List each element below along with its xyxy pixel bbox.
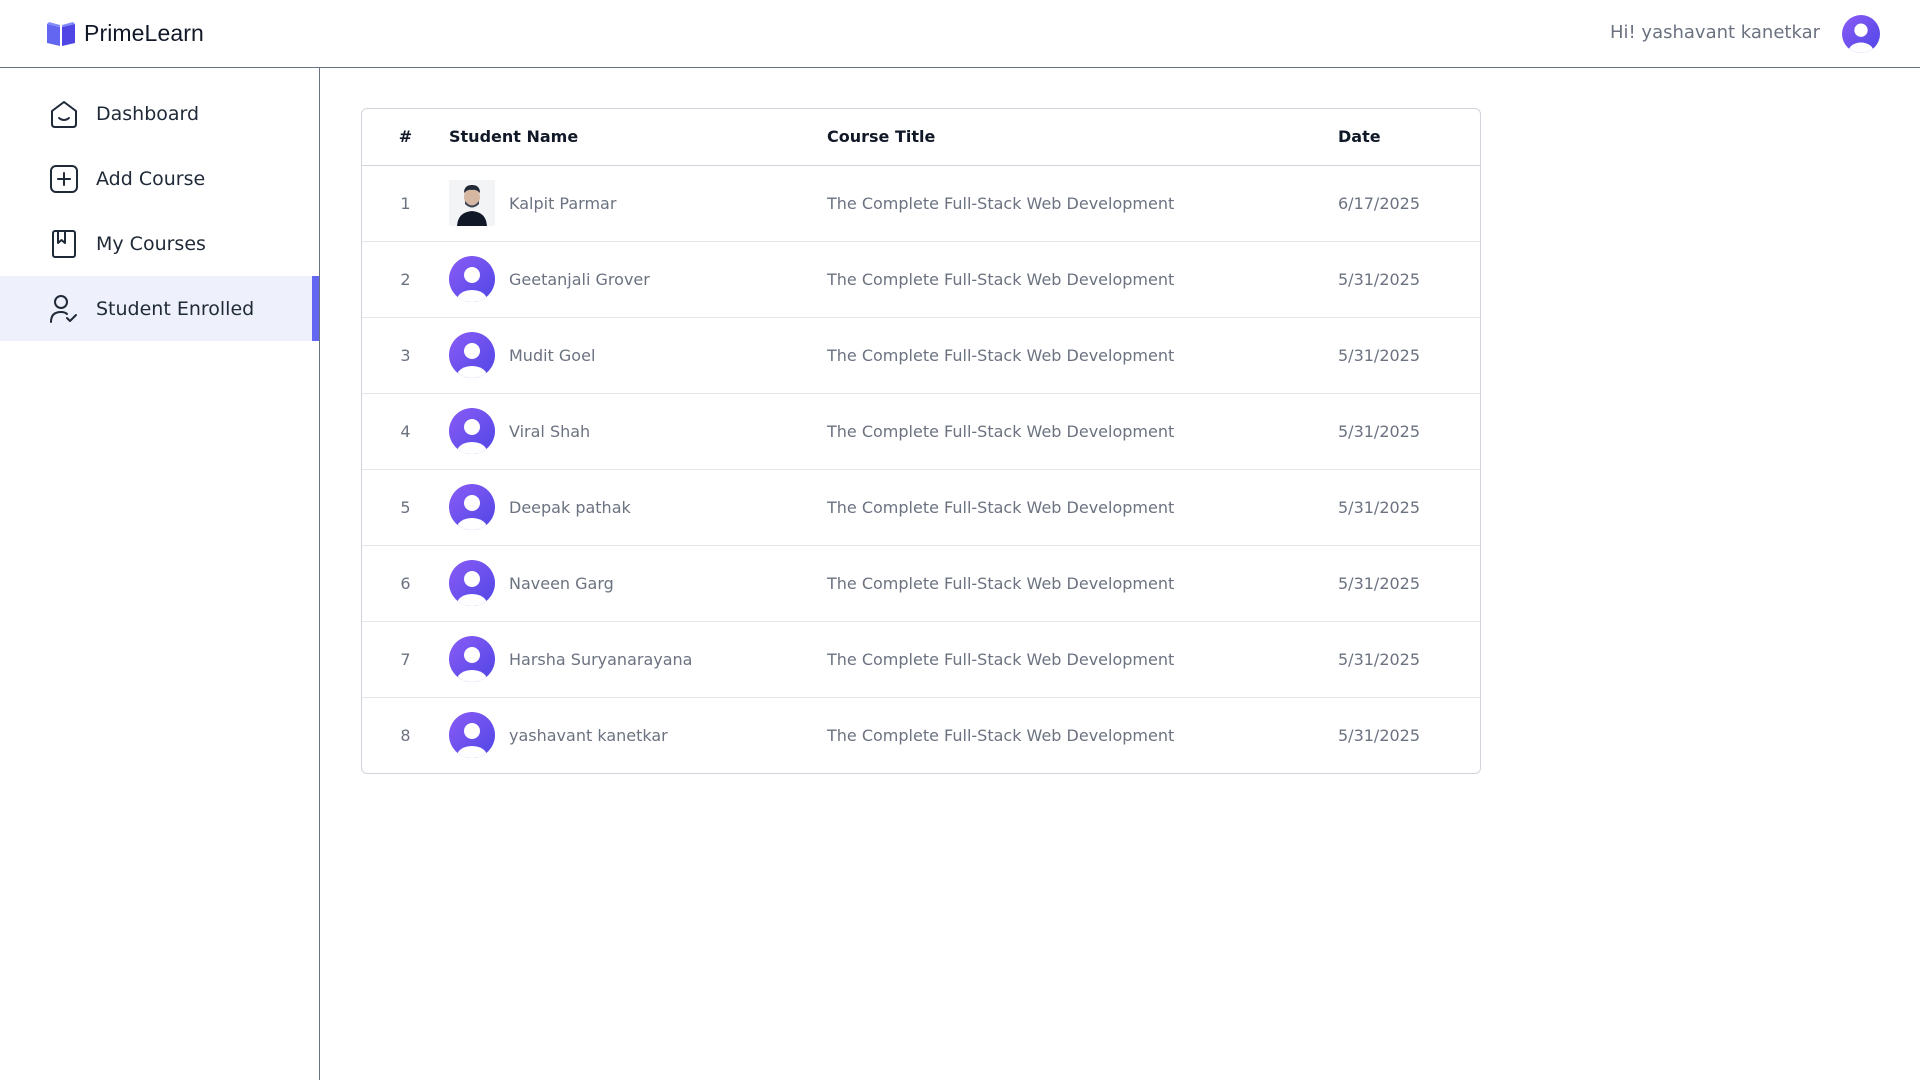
row-number: 4	[400, 421, 411, 441]
enrollment-date: 5/31/2025	[1338, 345, 1421, 365]
table-row: 1 Kalpit Parmar The Complete Full-Stack …	[362, 165, 1480, 241]
student-name-cell: yashavant kanetkar	[449, 697, 827, 773]
main-content: # Student Name Course Title Date 1 Kalpi…	[321, 69, 1920, 1080]
sidebar-item-dashboard[interactable]: Dashboard	[0, 81, 319, 146]
table-header-row: # Student Name Course Title Date	[362, 109, 1480, 165]
user-check-icon	[50, 294, 77, 323]
enrollment-date: 6/17/2025	[1338, 193, 1421, 213]
enrollment-date: 5/31/2025	[1338, 649, 1421, 669]
sidebar-item-label: Dashboard	[96, 102, 200, 125]
row-number: 8	[400, 725, 411, 745]
column-header-course-title: Course Title	[827, 127, 936, 147]
user-greeting: Hi! yashavant kanetkar	[1609, 22, 1820, 43]
student-name: Mudit Goel	[509, 345, 596, 365]
default-avatar-icon	[449, 560, 495, 606]
course-title: The Complete Full-Stack Web Development	[827, 497, 1175, 517]
course-title: The Complete Full-Stack Web Development	[827, 573, 1175, 593]
enrollment-date: 5/31/2025	[1338, 497, 1421, 517]
student-name: Geetanjali Grover	[509, 269, 650, 289]
student-photo-avatar	[449, 180, 495, 226]
column-header-student-name: Student Name	[449, 127, 579, 147]
row-number: 6	[400, 573, 411, 593]
table-row: 5 Deepak pathak The Complete Full-Stack …	[362, 469, 1480, 545]
default-avatar-icon	[449, 484, 495, 530]
table-row: 6 Naveen Garg The Complete Full-Stack We…	[362, 545, 1480, 621]
default-avatar-icon	[449, 332, 495, 378]
student-name-cell: Deepak pathak	[449, 469, 827, 545]
student-name: yashavant kanetkar	[509, 725, 668, 745]
default-avatar-icon	[449, 256, 495, 302]
sidebar: Dashboard Add Course My Courses Student …	[0, 68, 320, 1080]
add-square-icon	[50, 164, 78, 193]
user-avatar[interactable]	[1842, 15, 1880, 53]
student-name: Viral Shah	[509, 421, 591, 441]
enrollment-date: 5/31/2025	[1338, 725, 1421, 745]
student-name-cell: Viral Shah	[449, 393, 827, 469]
bookmark-book-icon	[52, 229, 76, 258]
sidebar-item-label: Add Course	[96, 167, 206, 190]
column-header-number: #	[398, 127, 413, 147]
row-number: 3	[400, 345, 411, 365]
sidebar-item-my-courses[interactable]: My Courses	[0, 211, 319, 276]
student-name: Harsha Suryanarayana	[509, 649, 693, 669]
sidebar-item-student-enrolled[interactable]: Student Enrolled	[0, 276, 319, 341]
row-number: 7	[400, 649, 411, 669]
enrollment-date: 5/31/2025	[1338, 573, 1421, 593]
course-title: The Complete Full-Stack Web Development	[827, 649, 1175, 669]
enrolled-students-table: # Student Name Course Title Date 1 Kalpi…	[361, 108, 1481, 774]
student-name: Kalpit Parmar	[509, 193, 617, 213]
table-row: 4 Viral Shah The Complete Full-Stack Web…	[362, 393, 1480, 469]
home-icon	[51, 100, 77, 128]
sidebar-item-label: Student Enrolled	[96, 297, 255, 320]
table-row: 7 Harsha Suryanarayana The Complete Full…	[362, 621, 1480, 697]
student-name-cell: Geetanjali Grover	[449, 241, 827, 317]
course-title: The Complete Full-Stack Web Development	[827, 725, 1175, 745]
enrollment-date: 5/31/2025	[1338, 269, 1421, 289]
sidebar-item-label: My Courses	[96, 232, 206, 255]
table-row: 2 Geetanjali Grover The Complete Full-St…	[362, 241, 1480, 317]
default-avatar-icon	[449, 636, 495, 682]
course-title: The Complete Full-Stack Web Development	[827, 193, 1175, 213]
top-navbar: PrimeLearn Hi! yashavant kanetkar	[0, 0, 1920, 68]
student-name-cell: Kalpit Parmar	[449, 165, 827, 241]
column-header-date: Date	[1338, 127, 1381, 147]
row-number: 2	[400, 269, 411, 289]
table-row: 8 yashavant kanetkar The Complete Full-S…	[362, 697, 1480, 773]
sidebar-item-add-course[interactable]: Add Course	[0, 146, 319, 211]
default-avatar-icon	[449, 408, 495, 454]
enrollment-date: 5/31/2025	[1338, 421, 1421, 441]
brand-logo[interactable]: PrimeLearn	[46, 20, 204, 47]
brand-name: PrimeLearn	[84, 20, 204, 46]
student-name-cell: Mudit Goel	[449, 317, 827, 393]
course-title: The Complete Full-Stack Web Development	[827, 269, 1175, 289]
course-title: The Complete Full-Stack Web Development	[827, 421, 1175, 441]
row-number: 1	[400, 193, 411, 213]
row-number: 5	[400, 497, 411, 517]
student-name-cell: Naveen Garg	[449, 545, 827, 621]
course-title: The Complete Full-Stack Web Development	[827, 345, 1175, 365]
default-avatar-icon	[449, 712, 495, 759]
student-name: Naveen Garg	[509, 573, 614, 593]
student-name-cell: Harsha Suryanarayana	[449, 621, 827, 697]
open-book-icon	[47, 21, 75, 46]
student-name: Deepak pathak	[509, 497, 631, 517]
table-row: 3 Mudit Goel The Complete Full-Stack Web…	[362, 317, 1480, 393]
